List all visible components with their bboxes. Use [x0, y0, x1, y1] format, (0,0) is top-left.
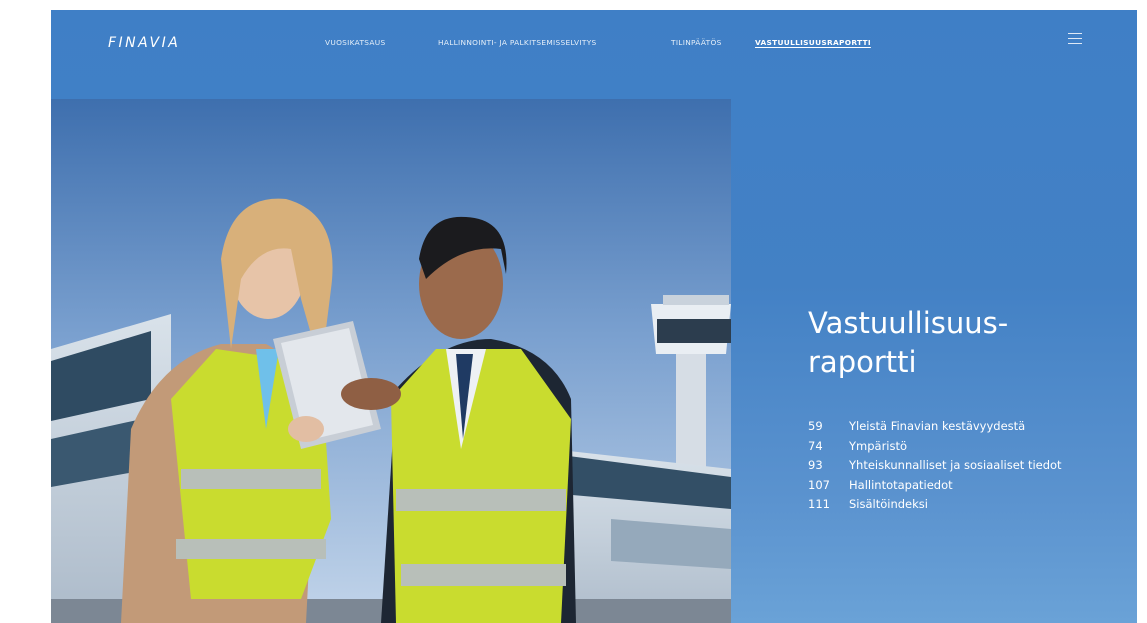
- report-page: FINAVIA VUOSIKATSAUS HALLINNOINTI- JA PA…: [51, 10, 1137, 623]
- nav-item-hallinnointi[interactable]: HALLINNOINTI- JA PALKITSEMISSELVITYS: [438, 38, 597, 47]
- page-title-line-2: raportti: [808, 345, 917, 379]
- page-title-line-1: Vastuullisuus-: [808, 306, 1009, 340]
- toc-item-ymparisto[interactable]: 74 Ympäristö: [808, 439, 1062, 459]
- toc-page-number: 107: [808, 477, 830, 492]
- nav-item-tilinpaatos[interactable]: TILINPÄÄTÖS: [671, 38, 722, 47]
- toc-label: Yleistä Finavian kestävyydestä: [849, 419, 1026, 433]
- toc-item-yleista[interactable]: 59 Yleistä Finavian kestävyydestä: [808, 419, 1062, 439]
- finavia-logo[interactable]: FINAVIA: [108, 35, 180, 51]
- page-title: Vastuullisuus- raportti: [808, 304, 1108, 382]
- toc-label: Ympäristö: [849, 438, 908, 453]
- nav-item-vastuullisuusraportti[interactable]: VASTUULLISUUSRAPORTTI: [755, 38, 871, 47]
- toc-label: Yhteiskunnalliset ja sosiaaliset tiedot: [849, 458, 1062, 472]
- toc-item-sisaltoindeksi[interactable]: 111 Sisältöindeksi: [808, 497, 1062, 517]
- toc-item-yhteiskunnalliset[interactable]: 93 Yhteiskunnalliset ja sosiaaliset tiedo…: [808, 458, 1062, 478]
- toc-page-number: 74: [808, 438, 823, 453]
- toc-label: Hallintotapatiedot: [849, 477, 953, 492]
- hero-photo: [51, 99, 731, 623]
- toc-page-number: 59: [808, 419, 823, 433]
- toc-item-hallintotapatiedot[interactable]: 107 Hallintotapatiedot: [808, 478, 1062, 498]
- hamburger-menu-icon[interactable]: [1068, 33, 1082, 45]
- table-of-contents: 59 Yleistä Finavian kestävyydestä 74 Ympär…: [808, 419, 1062, 517]
- toc-label: Sisältöindeksi: [849, 497, 928, 511]
- toc-page-number: 111: [808, 497, 830, 511]
- toc-page-number: 93: [808, 458, 823, 472]
- nav-item-vuosikatsaus[interactable]: VUOSIKATSAUS: [325, 38, 385, 47]
